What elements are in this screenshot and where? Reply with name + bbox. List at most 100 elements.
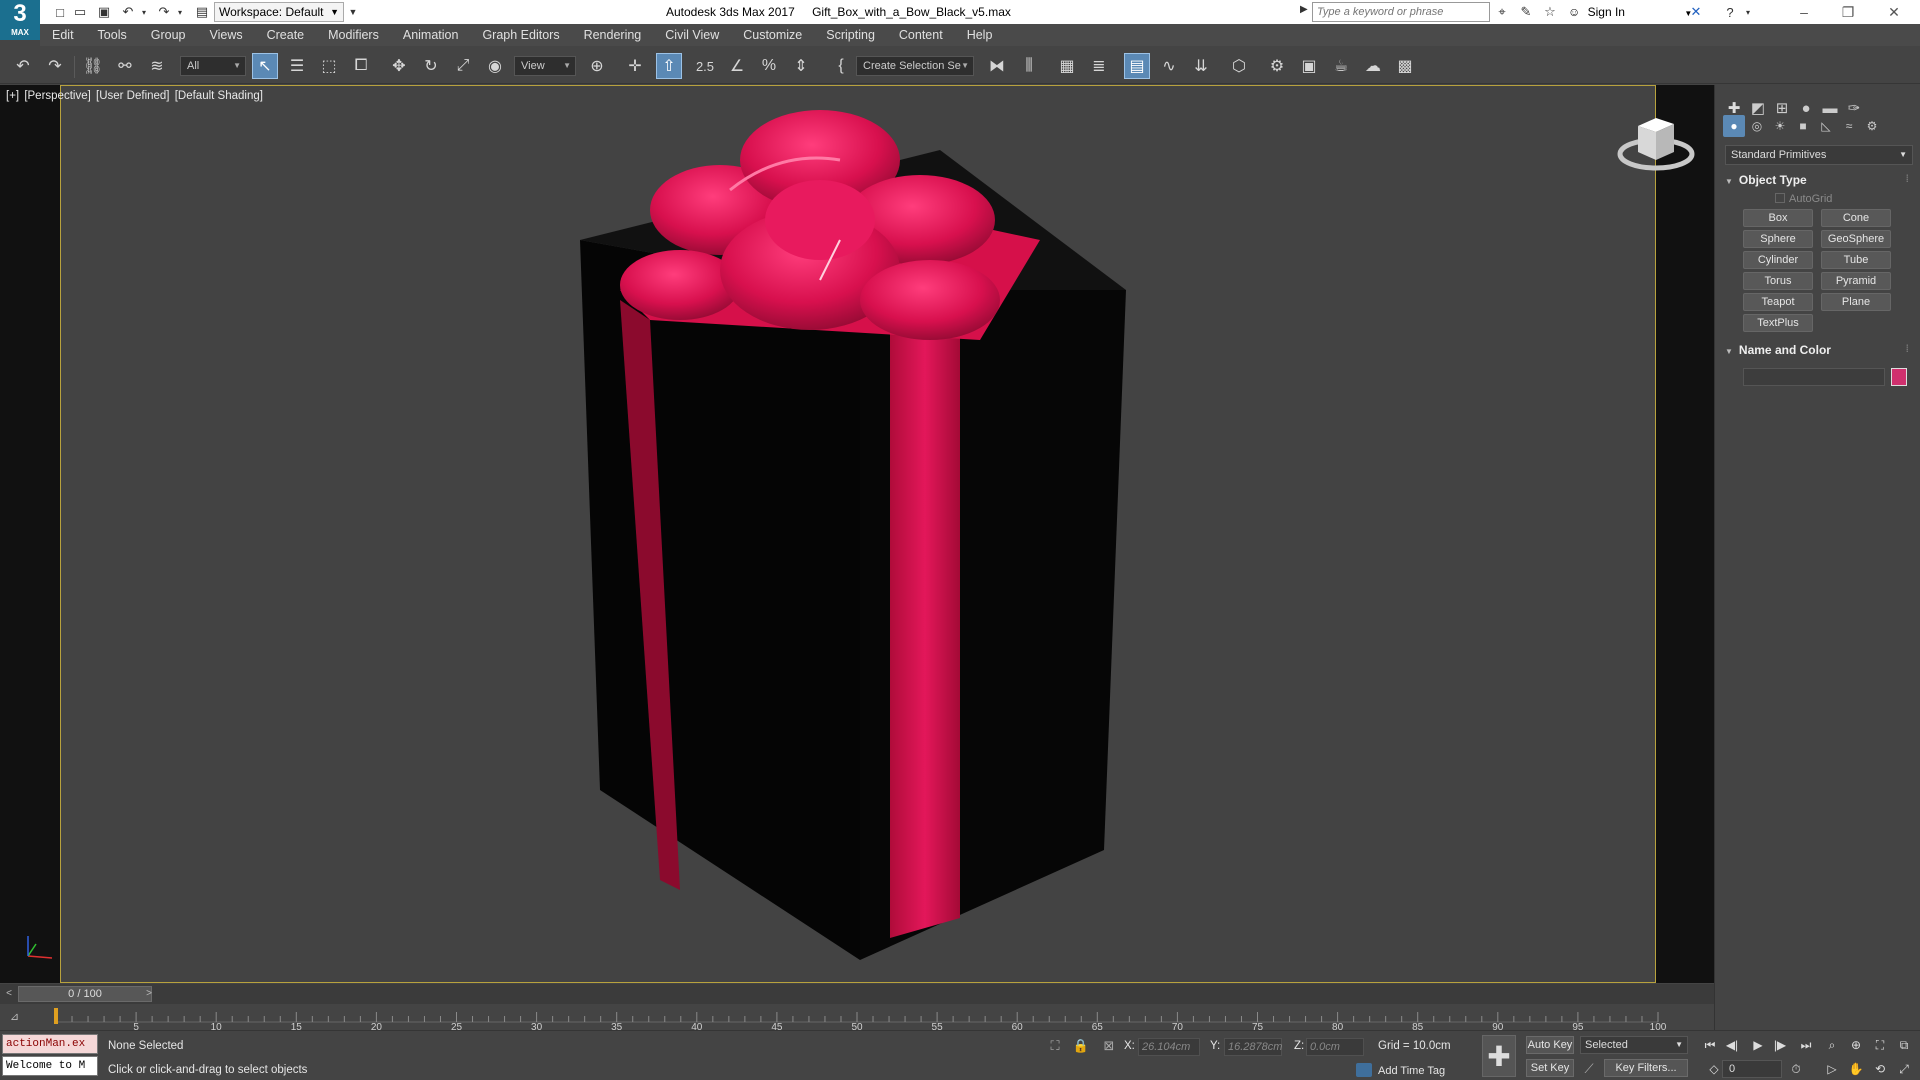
align-icon[interactable]: ⫼: [1016, 53, 1042, 79]
x-coordinate-field[interactable]: 26.104cm: [1138, 1038, 1200, 1056]
name-and-color-rollout-header[interactable]: ▼ Name and Color ⁞: [1725, 341, 1913, 359]
menu-group[interactable]: Group: [139, 28, 198, 42]
workspace-dropdown[interactable]: Workspace: Default ▼: [214, 2, 344, 22]
maxscript-listener[interactable]: actionMan.ex Welcome to M: [2, 1034, 98, 1078]
menu-rendering[interactable]: Rendering: [572, 28, 654, 42]
zoom-icon[interactable]: ⌕: [1822, 1035, 1842, 1055]
systems-icon[interactable]: ⚙: [1861, 115, 1883, 137]
maxscript-listener-line[interactable]: Welcome to M: [2, 1056, 98, 1076]
communication-center-icon[interactable]: ✎: [1518, 4, 1534, 20]
selection-filter-dropdown[interactable]: All ▼: [180, 56, 246, 76]
current-frame-field[interactable]: 0: [1722, 1060, 1782, 1078]
viewport-point-of-view-menu[interactable]: [Perspective]: [24, 90, 90, 102]
key-mode-toggle-icon[interactable]: ◇: [1704, 1059, 1724, 1079]
menu-views[interactable]: Views: [197, 28, 254, 42]
close-button[interactable]: ✕: [1872, 0, 1916, 24]
layer-explorer-icon[interactable]: ≣: [1086, 53, 1112, 79]
time-slider[interactable]: < 0 / 100 >: [0, 984, 1714, 1004]
menu-civil-view[interactable]: Civil View: [653, 28, 731, 42]
rollout-drag-handle[interactable]: ⁞: [1906, 171, 1909, 189]
render-production-icon[interactable]: ☕: [1328, 53, 1354, 79]
time-slider-thumb[interactable]: 0 / 100: [18, 986, 152, 1002]
spinner-snap-icon[interactable]: ⇕: [788, 53, 814, 79]
undo-icon[interactable]: ↶: [120, 4, 136, 20]
menu-customize[interactable]: Customize: [731, 28, 814, 42]
select-and-link-icon[interactable]: ⛓: [80, 53, 106, 79]
menu-animation[interactable]: Animation: [391, 28, 471, 42]
teapot-button[interactable]: Teapot: [1743, 293, 1813, 311]
schematic-view-icon[interactable]: ⇊: [1188, 53, 1214, 79]
search-input[interactable]: [1312, 2, 1490, 22]
rendered-frame-window-icon[interactable]: ▣: [1296, 53, 1322, 79]
auto-key-button[interactable]: Auto Key: [1526, 1036, 1574, 1054]
textplus-button[interactable]: TextPlus: [1743, 314, 1813, 332]
select-by-name-icon[interactable]: ☰: [284, 53, 310, 79]
plane-button[interactable]: Plane: [1821, 293, 1891, 311]
binoculars-icon[interactable]: ⌖: [1494, 4, 1510, 20]
set-keys-plus-icon[interactable]: ✚: [1482, 1035, 1516, 1077]
field-of-view-icon[interactable]: ▷: [1822, 1059, 1842, 1079]
undo-dropdown-icon[interactable]: ▾: [136, 4, 152, 20]
time-configuration-icon[interactable]: ⏱: [1786, 1059, 1806, 1079]
zoom-extents-all-icon[interactable]: ⧉: [1894, 1035, 1914, 1055]
viewcube[interactable]: [1616, 114, 1696, 184]
set-key-button[interactable]: Set Key: [1526, 1059, 1574, 1077]
next-frame-icon[interactable]: |▶: [1770, 1035, 1790, 1055]
edit-named-selection-icon[interactable]: {: [828, 53, 854, 79]
move-icon[interactable]: ✥: [386, 53, 412, 79]
pyramid-button[interactable]: Pyramid: [1821, 272, 1891, 290]
save-file-icon[interactable]: ▣: [96, 4, 112, 20]
menu-scripting[interactable]: Scripting: [814, 28, 887, 42]
helpers-icon[interactable]: ◺: [1815, 115, 1837, 137]
app-logo[interactable]: 3 MAX: [0, 0, 40, 40]
sign-in-button[interactable]: ☺ Sign In ▼: [1568, 0, 1692, 24]
z-coordinate-field[interactable]: 0.0cm: [1306, 1038, 1364, 1056]
scale-icon[interactable]: ⤢: [450, 53, 476, 79]
snaps-toggle-icon[interactable]: 2.5: [692, 53, 718, 79]
scene-explorer-icon[interactable]: ▦: [1054, 53, 1080, 79]
gift-box-model[interactable]: [520, 90, 1140, 980]
redo-button[interactable]: ↷: [42, 53, 68, 79]
maximize-viewport-icon[interactable]: ⤢: [1894, 1059, 1914, 1079]
open-file-icon[interactable]: ▭: [72, 4, 88, 20]
object-category-dropdown[interactable]: Standard Primitives ▼: [1725, 145, 1913, 165]
object-type-rollout-header[interactable]: ▼ Object Type ⁞: [1725, 171, 1913, 189]
time-slider-previous-button[interactable]: <: [2, 986, 16, 1002]
geosphere-button[interactable]: GeoSphere: [1821, 230, 1891, 248]
zoom-all-icon[interactable]: ⊕: [1846, 1035, 1866, 1055]
percent-snap-icon[interactable]: %: [756, 53, 782, 79]
viewport-shading-menu[interactable]: [Default Shading]: [175, 90, 263, 102]
exchange-icon[interactable]: ✕: [1688, 4, 1704, 20]
render-in-cloud-icon[interactable]: ☁: [1360, 53, 1386, 79]
maxscript-macro-recorder-line[interactable]: actionMan.ex: [2, 1034, 98, 1054]
render-setup-icon[interactable]: ⚙: [1264, 53, 1290, 79]
rectangular-selection-icon[interactable]: ⬚: [316, 53, 342, 79]
undo-button[interactable]: ↶: [10, 53, 36, 79]
help-icon[interactable]: ?: [1722, 4, 1738, 20]
previous-frame-icon[interactable]: ◀|: [1722, 1035, 1742, 1055]
go-to-end-icon[interactable]: ⏭: [1796, 1035, 1816, 1055]
shapes-icon[interactable]: ◎: [1746, 115, 1768, 137]
restore-button[interactable]: ❐: [1826, 0, 1870, 24]
play-icon[interactable]: ▶: [1748, 1035, 1768, 1055]
default-in-out-tangents-icon[interactable]: ⟋: [1580, 1060, 1598, 1078]
cylinder-button[interactable]: Cylinder: [1743, 251, 1813, 269]
pivot-point-center-icon[interactable]: ⊕: [584, 53, 610, 79]
redo-icon[interactable]: ↷: [156, 4, 172, 20]
geometry-icon[interactable]: ●: [1723, 115, 1745, 137]
track-bar-ruler[interactable]: 5 10 15 20 25 30 35 40 45 50 55 60 65 70 75 80 85 90 95 100: [0, 1004, 1714, 1030]
curve-editor-icon[interactable]: ∿: [1156, 53, 1182, 79]
selection-lock-icon[interactable]: 🔒: [1072, 1037, 1090, 1055]
zoom-extents-icon[interactable]: ⛶: [1870, 1035, 1890, 1055]
menu-help[interactable]: Help: [955, 28, 1005, 42]
menu-edit[interactable]: Edit: [40, 28, 86, 42]
toggle-ribbon-icon[interactable]: ▤: [1124, 53, 1150, 79]
y-coordinate-field[interactable]: 16.2878cm: [1224, 1038, 1282, 1056]
a360-gallery-icon[interactable]: ▩: [1392, 53, 1418, 79]
autogrid-checkbox[interactable]: AutoGrid: [1775, 193, 1832, 205]
orbit-icon[interactable]: ⟲: [1870, 1059, 1890, 1079]
project-folder-icon[interactable]: ▤: [194, 4, 210, 20]
menu-modifiers[interactable]: Modifiers: [316, 28, 391, 42]
absolute-mode-transform-icon[interactable]: ⊠: [1100, 1037, 1118, 1055]
key-selection-set-dropdown[interactable]: Selected ▼: [1580, 1036, 1688, 1054]
